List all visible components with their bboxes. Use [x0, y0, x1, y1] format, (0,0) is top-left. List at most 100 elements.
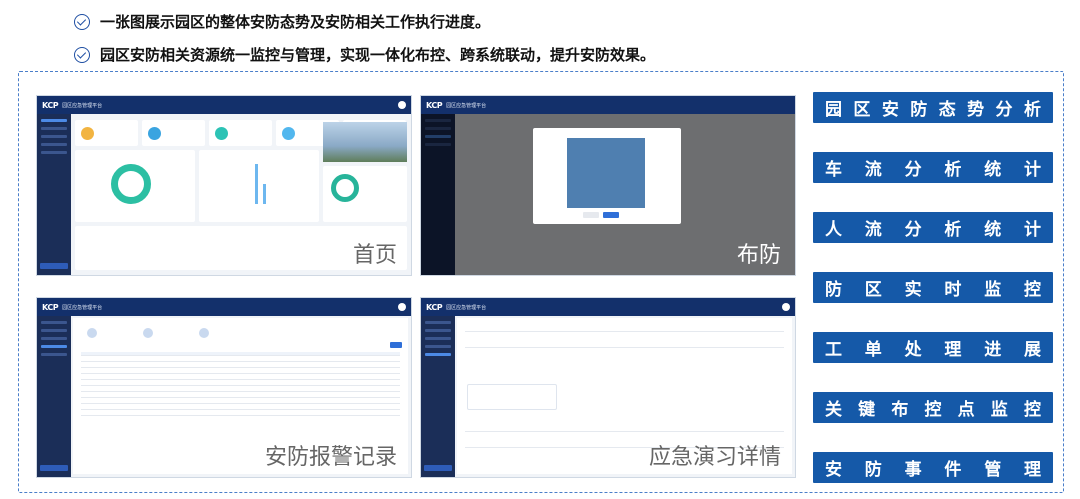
feature-char: 计 — [1023, 220, 1041, 240]
detail-section — [465, 328, 784, 332]
feature-char: 防 — [910, 100, 928, 120]
feature-label: 人流分析统计 — [813, 212, 1053, 243]
headline-text: 园区安防相关资源统一监控与管理，实现一体化布控、跨系统联动，提升安防效果。 — [100, 46, 656, 64]
feature-char: 进 — [984, 340, 1002, 360]
table-row[interactable] — [81, 364, 400, 368]
building-photo — [323, 122, 407, 162]
app-logo: KCP — [42, 100, 59, 110]
feature-char: 展 — [1023, 340, 1041, 360]
feature-label: 防区实时监控 — [813, 272, 1053, 303]
screen-caption: 应急演习详情 — [648, 445, 781, 470]
feature-char: 安 — [825, 460, 842, 480]
screen-caption: 安防报警记录 — [264, 445, 397, 470]
app-sidebar — [37, 316, 71, 477]
confirm-button[interactable] — [603, 212, 619, 218]
chart-bar — [263, 184, 266, 204]
screenshot-defense[interactable]: KCP 园区应急管理平台 布防 — [420, 95, 796, 276]
headline-text: 一张图展示园区的整体安防态势及安防相关工作执行进度。 — [100, 13, 491, 31]
feature-char: 控 — [924, 400, 942, 420]
feature-char: 流 — [864, 160, 882, 180]
table-row[interactable] — [81, 358, 400, 362]
chart-card — [199, 150, 319, 222]
feature-char: 析 — [1023, 100, 1041, 120]
kpi-icon — [215, 126, 228, 140]
feature-char: 监 — [984, 280, 1002, 300]
feature-char: 处 — [904, 340, 922, 360]
table-row[interactable] — [81, 394, 400, 398]
feature-char: 车 — [825, 160, 842, 180]
feature-char: 关 — [825, 400, 842, 420]
table-row[interactable] — [81, 400, 400, 404]
headline-1: 一张图展示园区的整体安防态势及安防相关工作执行进度。 — [74, 11, 490, 32]
detail-table — [467, 384, 557, 410]
kpi-card — [75, 120, 138, 146]
app-title: 园区应急管理平台 — [62, 304, 103, 311]
app-topbar: KCP 园区应急管理平台 — [37, 298, 411, 316]
user-avatar-icon — [398, 303, 406, 311]
feature-char: 实 — [904, 280, 922, 300]
feature-char: 计 — [1023, 160, 1041, 180]
feature-char: 区 — [853, 100, 871, 120]
chart-card — [75, 150, 195, 222]
donut-chart — [111, 164, 151, 204]
user-avatar-icon — [398, 101, 406, 109]
feature-char: 防 — [864, 460, 882, 480]
stat-icon — [199, 328, 209, 338]
feature-char: 理 — [944, 340, 962, 360]
app-title: 园区应急管理平台 — [446, 304, 487, 311]
screenshot-alarm-records[interactable]: KCP 园区应急管理平台 安防报警记录 — [36, 297, 412, 478]
chart-bar — [255, 164, 258, 204]
feature-label: 园区安防态势分析 — [813, 92, 1053, 123]
stat-icon — [143, 328, 153, 338]
feature-char: 分 — [904, 220, 922, 240]
app-sidebar — [421, 316, 455, 477]
screenshot-home[interactable]: KCP 园区应急管理平台 首页 — [36, 95, 412, 276]
feature-label: 车流分析统计 — [813, 152, 1053, 183]
query-button[interactable] — [390, 342, 402, 348]
app-title: 园区应急管理平台 — [446, 102, 487, 109]
app-topbar: KCP 园区应急管理平台 — [421, 96, 795, 114]
table-row[interactable] — [81, 388, 400, 392]
check-circle-icon — [74, 13, 90, 30]
screenshot-drill-details[interactable]: KCP 园区应急管理平台 应急演习详情 — [420, 297, 796, 478]
headline-2: 园区安防相关资源统一监控与管理，实现一体化布控、跨系统联动，提升安防效果。 — [74, 44, 655, 65]
cancel-button[interactable] — [583, 212, 599, 218]
feature-label: 安防事件管理 — [813, 452, 1053, 483]
kpi-card — [142, 120, 205, 146]
table-row[interactable] — [81, 376, 400, 380]
kpi-icon — [148, 126, 161, 140]
check-circle-icon — [74, 46, 90, 63]
feature-char: 析 — [944, 160, 962, 180]
feature-char: 控 — [1023, 400, 1041, 420]
feature-char: 析 — [944, 220, 962, 240]
floor-plan-modal[interactable] — [533, 128, 681, 224]
app-logo: KCP — [426, 302, 443, 312]
feature-char: 人 — [825, 220, 842, 240]
kpi-card — [209, 120, 272, 146]
user-avatar-icon — [782, 303, 790, 311]
app-topbar: KCP 园区应急管理平台 — [421, 298, 795, 316]
sidebar-button — [40, 465, 68, 471]
feature-char: 监 — [990, 400, 1008, 420]
feature-char: 单 — [864, 340, 882, 360]
feature-char: 统 — [984, 220, 1002, 240]
screen-caption: 首页 — [352, 243, 397, 268]
feature-char: 时 — [944, 280, 962, 300]
feature-char: 统 — [984, 160, 1002, 180]
feature-char: 管 — [984, 460, 1002, 480]
table-row[interactable] — [81, 406, 400, 410]
app-logo: KCP — [426, 100, 443, 110]
feature-char: 势 — [967, 100, 985, 120]
table-header — [81, 352, 400, 356]
feature-char: 理 — [1023, 460, 1041, 480]
feature-label: 工单处理进展 — [813, 332, 1053, 363]
table-row[interactable] — [81, 370, 400, 374]
stat-icon — [87, 328, 97, 338]
feature-char: 流 — [864, 220, 882, 240]
app-logo: KCP — [42, 302, 59, 312]
table-row[interactable] — [81, 412, 400, 416]
sidebar-button — [40, 263, 68, 269]
feature-char: 态 — [938, 100, 956, 120]
table-row[interactable] — [81, 382, 400, 386]
app-title: 园区应急管理平台 — [62, 102, 103, 109]
